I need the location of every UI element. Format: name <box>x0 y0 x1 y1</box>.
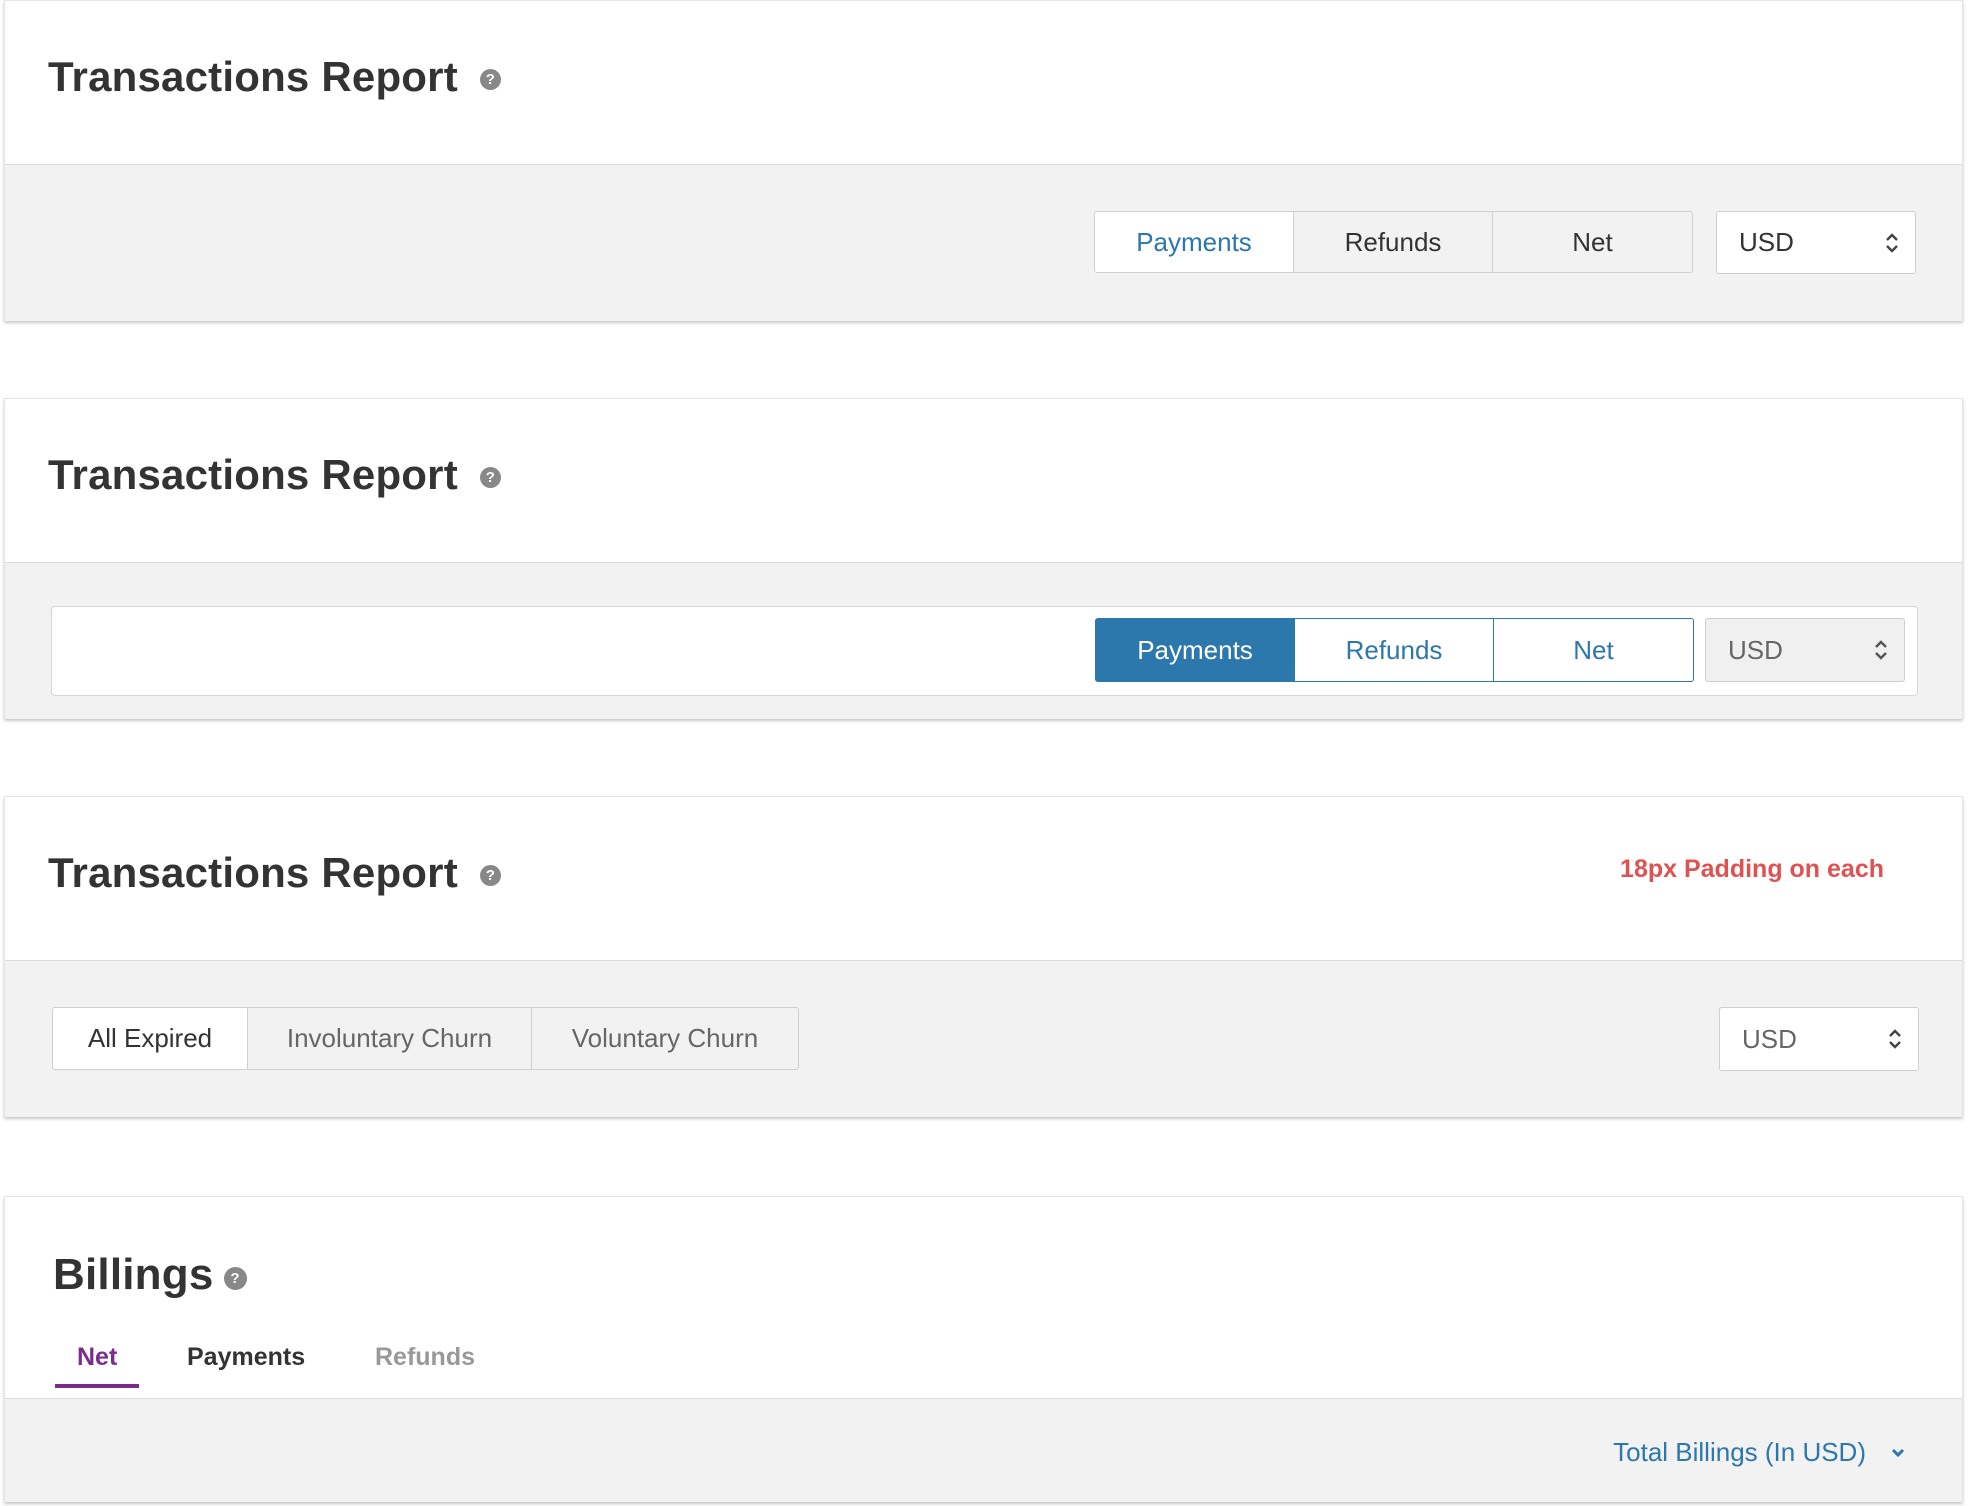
tab-payments[interactable]: Payments <box>187 1343 305 1388</box>
segment-control: All Expired Involuntary Churn Voluntary … <box>52 1007 799 1070</box>
card-toolbar: Payments Refunds Net USD <box>5 563 1962 719</box>
title-text: Transactions Report <box>48 849 458 896</box>
sort-arrows-icon <box>1889 1029 1901 1049</box>
segment-control: Payments Refunds Net <box>1095 618 1694 682</box>
transactions-report-card-2: Transactions Report ? Payments Refunds N… <box>4 398 1963 719</box>
segment-involuntary-churn[interactable]: Involuntary Churn <box>247 1007 532 1070</box>
currency-value: USD <box>1728 634 1783 665</box>
segment-refunds[interactable]: Refunds <box>1294 618 1494 682</box>
title-text: Transactions Report <box>48 53 458 100</box>
total-billings-label: Total Billings (In USD) <box>1613 1437 1866 1467</box>
help-icon[interactable]: ? <box>223 1266 247 1290</box>
card-header: Transactions Report ? 18px Padding on ea… <box>5 797 1962 961</box>
segment-payments[interactable]: Payments <box>1095 618 1295 682</box>
segment-net[interactable]: Net <box>1492 211 1693 273</box>
page-title: Transactions Report ? <box>48 849 501 897</box>
segment-refunds[interactable]: Refunds <box>1293 211 1493 273</box>
segment-net[interactable]: Net <box>1493 618 1694 682</box>
title-text: Billings <box>53 1250 214 1299</box>
currency-select[interactable]: USD <box>1719 1007 1919 1071</box>
title-text: Transactions Report <box>48 451 458 498</box>
tab-bar: Net Payments Refunds <box>53 1343 513 1399</box>
card-toolbar: Payments Refunds Net USD <box>5 165 1962 321</box>
currency-value: USD <box>1742 1023 1797 1054</box>
card-header: Transactions Report ? <box>5 399 1962 563</box>
page-title: Billings ? <box>53 1250 247 1300</box>
transactions-report-card-3: Transactions Report ? 18px Padding on ea… <box>4 796 1963 1117</box>
page-title: Transactions Report ? <box>48 53 501 101</box>
help-icon[interactable]: ? <box>479 864 501 886</box>
tab-net[interactable]: Net <box>54 1343 140 1388</box>
help-icon[interactable]: ? <box>479 466 501 488</box>
help-icon[interactable]: ? <box>479 68 501 90</box>
billings-card: Billings ? Net Payments Refunds Total Bi… <box>4 1196 1963 1502</box>
segment-control: Payments Refunds Net <box>1094 211 1693 273</box>
tab-refunds[interactable]: Refunds <box>375 1343 475 1388</box>
card-toolbar: All Expired Involuntary Churn Voluntary … <box>5 961 1962 1117</box>
currency-select[interactable]: USD <box>1716 211 1916 274</box>
currency-value: USD <box>1739 227 1794 257</box>
card-header: Billings ? Net Payments Refunds <box>5 1197 1962 1399</box>
segment-payments[interactable]: Payments <box>1094 211 1294 273</box>
segment-voluntary-churn[interactable]: Voluntary Churn <box>531 1007 799 1070</box>
chevron-down-icon <box>1891 1448 1905 1457</box>
card-header: Transactions Report ? <box>5 1 1962 165</box>
card-toolbar: Total Billings (In USD) <box>5 1399 1962 1502</box>
total-billings-dropdown[interactable]: Total Billings (In USD) <box>1613 1437 1906 1468</box>
annotation-note: 18px Padding on each <box>1620 855 1884 883</box>
transactions-report-card-1: Transactions Report ? Payments Refunds N… <box>4 0 1963 321</box>
currency-select[interactable]: USD <box>1705 618 1905 682</box>
sort-arrows-icon <box>1886 232 1898 253</box>
page-title: Transactions Report ? <box>48 451 501 499</box>
sort-arrows-icon <box>1875 640 1887 660</box>
segment-all-expired[interactable]: All Expired <box>52 1007 248 1070</box>
